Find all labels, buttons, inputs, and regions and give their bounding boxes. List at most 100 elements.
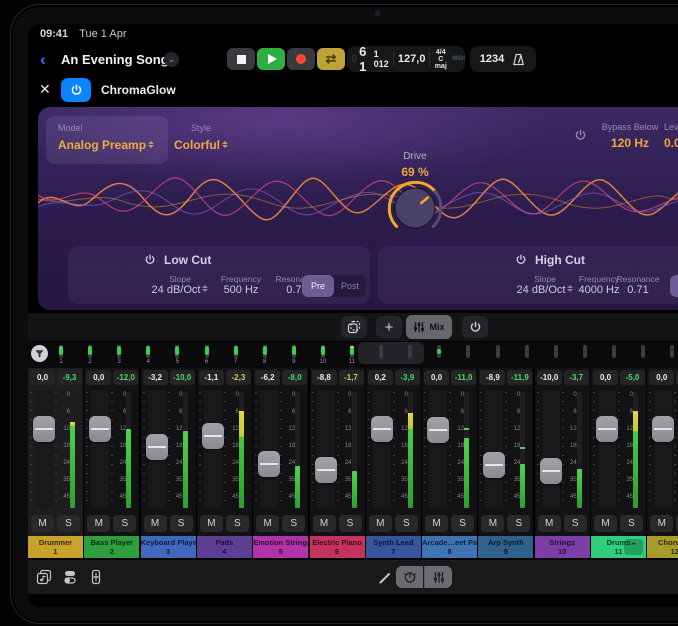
peak-value[interactable]: -3,7: [564, 370, 589, 385]
mute-button[interactable]: M: [425, 515, 448, 532]
solo-button[interactable]: S: [170, 515, 193, 532]
solo-button[interactable]: S: [564, 515, 587, 532]
volume-value[interactable]: 0,0: [30, 370, 55, 385]
volume-value[interactable]: 0,2: [368, 370, 393, 385]
mute-button[interactable]: M: [481, 515, 504, 532]
track-name-block[interactable]: Chorus V12: [647, 536, 678, 558]
peak-value[interactable]: -12,0: [113, 370, 138, 385]
plugins-icon[interactable]: [62, 569, 78, 585]
mute-button[interactable]: M: [369, 515, 392, 532]
fader-handle[interactable]: [258, 451, 280, 477]
plugin-power-button[interactable]: [61, 78, 91, 102]
loop-browser-icon[interactable]: [36, 569, 52, 585]
fader-handle[interactable]: [596, 416, 618, 442]
volume-value[interactable]: 0,0: [424, 370, 449, 385]
record-button[interactable]: [287, 48, 315, 70]
track-name-block[interactable]: Drummer1: [28, 536, 83, 558]
mute-button[interactable]: M: [256, 515, 279, 532]
mixer-power-button[interactable]: [462, 316, 488, 338]
mute-button[interactable]: M: [31, 515, 54, 532]
solo-button[interactable]: S: [282, 515, 305, 532]
track-name-block[interactable]: Keyboard Player3: [141, 536, 196, 558]
track-name-block[interactable]: Emotion Strings5: [253, 536, 308, 558]
post-segment[interactable]: Post: [334, 275, 366, 297]
volume-value[interactable]: -1,1: [199, 370, 224, 385]
solo-button[interactable]: S: [113, 515, 136, 532]
mute-button[interactable]: M: [87, 515, 110, 532]
metronome-icon[interactable]: [511, 52, 526, 67]
peak-value[interactable]: -10,0: [170, 370, 195, 385]
track-name-block[interactable]: Arcade…eet Pad8: [422, 536, 477, 558]
track-name-block[interactable]: Drums11⌃: [591, 536, 646, 558]
lowcut-power-icon[interactable]: [144, 254, 156, 266]
mute-button[interactable]: M: [538, 515, 561, 532]
track-navigator[interactable]: 1234567891011: [28, 342, 678, 368]
model-selector[interactable]: Model Analog Preamp: [46, 116, 168, 164]
lowcut-prepost-toggle[interactable]: Pre Post: [302, 275, 366, 297]
count-in-button[interactable]: 1234: [480, 53, 504, 65]
solo-button[interactable]: S: [620, 515, 643, 532]
fader-handle[interactable]: [652, 416, 674, 442]
lowcut-slope[interactable]: Slope 24 dB/Oct: [148, 274, 212, 296]
volume-value[interactable]: -8,9: [480, 370, 505, 385]
pre-segment[interactable]: Pre: [670, 275, 678, 297]
mute-button[interactable]: M: [144, 515, 167, 532]
mute-button[interactable]: M: [313, 515, 336, 532]
solo-button[interactable]: S: [57, 515, 80, 532]
volume-value[interactable]: -10,0: [537, 370, 562, 385]
play-button[interactable]: [257, 48, 285, 70]
channel-strip-icon[interactable]: [88, 569, 104, 585]
track-name-block[interactable]: Electric Piano6: [310, 536, 365, 558]
fader-handle[interactable]: [483, 452, 505, 478]
peak-value[interactable]: -8,0: [282, 370, 307, 385]
fader-handle[interactable]: [202, 423, 224, 449]
volume-value[interactable]: 0,0: [86, 370, 111, 385]
volume-value[interactable]: 0,0: [593, 370, 618, 385]
solo-button[interactable]: S: [226, 515, 249, 532]
peak-value[interactable]: -3,9: [395, 370, 420, 385]
highcut-power-icon[interactable]: [515, 254, 527, 266]
peak-value[interactable]: -11,9: [507, 370, 532, 385]
track-name-block[interactable]: Strings10: [535, 536, 590, 558]
track-name-block[interactable]: Pads4: [197, 536, 252, 558]
track-name-block[interactable]: Bass Player2: [84, 536, 139, 558]
solo-button[interactable]: S: [507, 515, 530, 532]
highcut-slope[interactable]: Slope 24 dB/Oct: [513, 274, 577, 296]
highcut-prepost-toggle[interactable]: Pre Post: [670, 275, 678, 297]
mix-view-button[interactable]: Mix: [406, 315, 452, 339]
lowcut-frequency[interactable]: Frequency 500 Hz: [214, 274, 268, 296]
stop-button[interactable]: [227, 48, 255, 70]
fader-handle[interactable]: [315, 457, 337, 483]
peak-value[interactable]: -1,7: [339, 370, 364, 385]
peak-value[interactable]: -2,3: [226, 370, 251, 385]
collapse-stack-button[interactable]: ⌃: [624, 539, 643, 555]
cycle-button[interactable]: ⇄: [317, 48, 345, 70]
back-chevron-icon[interactable]: ‹: [40, 50, 46, 70]
fader-handle[interactable]: [371, 416, 393, 442]
pre-segment[interactable]: Pre: [302, 275, 334, 297]
mute-button[interactable]: M: [594, 515, 617, 532]
close-plugin-icon[interactable]: ✕: [39, 81, 51, 98]
mixer-view-button[interactable]: [424, 566, 452, 588]
song-menu-disclosure-icon[interactable]: ⌄: [164, 52, 179, 67]
pencil-icon[interactable]: [378, 571, 392, 585]
mute-button[interactable]: M: [200, 515, 223, 532]
volume-value[interactable]: -8,8: [312, 370, 337, 385]
fader-handle[interactable]: [540, 458, 562, 484]
fader-handle[interactable]: [33, 416, 55, 442]
level-control[interactable]: Level 0.0: [664, 122, 678, 150]
solo-button[interactable]: S: [339, 515, 362, 532]
peak-value[interactable]: -11,0: [451, 370, 476, 385]
bypass-power-icon[interactable]: [574, 129, 587, 142]
highcut-resonance[interactable]: Resonance 0.71: [611, 274, 665, 296]
lcd-display[interactable]: 0 6 1 1 012 127,0 4/4 C maj MIDI: [347, 46, 465, 72]
style-selector[interactable]: Style Colorful: [156, 116, 246, 152]
volume-value[interactable]: -6,2: [255, 370, 280, 385]
mute-button[interactable]: M: [650, 515, 673, 532]
volume-value[interactable]: -3,2: [143, 370, 168, 385]
add-track-button[interactable]: +: [376, 316, 402, 338]
peak-value[interactable]: -9,3: [57, 370, 82, 385]
track-name-block[interactable]: Arp Synth9: [478, 536, 533, 558]
fader-handle[interactable]: [427, 417, 449, 443]
drive-knob[interactable]: [385, 178, 445, 238]
